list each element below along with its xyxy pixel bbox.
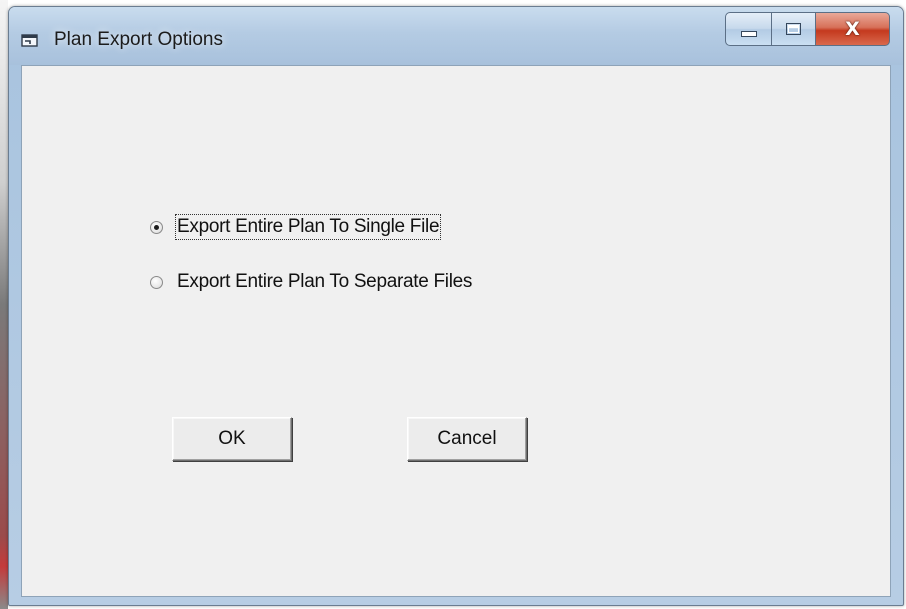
option-separate-files[interactable]: Export Entire Plan To Separate Files: [150, 271, 472, 293]
maximize-icon: [786, 23, 801, 35]
dialog-window: Plan Export Options X Export Entire Plan…: [8, 6, 904, 606]
radio-separate-files[interactable]: [150, 275, 163, 289]
option-single-file-label[interactable]: Export Entire Plan To Single File: [174, 214, 442, 240]
minimize-button[interactable]: [725, 12, 772, 46]
maximize-button[interactable]: [772, 12, 816, 46]
minimize-icon: [740, 31, 757, 37]
close-button[interactable]: X: [816, 12, 890, 46]
app-window-icon: [21, 33, 39, 48]
background-edge: [0, 0, 8, 609]
dialog-client-area: Export Entire Plan To Single File Export…: [21, 65, 891, 597]
title-bar[interactable]: Plan Export Options X: [9, 7, 903, 65]
radio-single-file[interactable]: [150, 220, 163, 234]
window-title: Plan Export Options: [54, 29, 223, 50]
close-icon: X: [845, 18, 860, 40]
cancel-button[interactable]: Cancel: [407, 417, 527, 461]
ok-button[interactable]: OK: [172, 417, 292, 461]
caption-buttons: X: [725, 12, 890, 46]
option-separate-files-label[interactable]: Export Entire Plan To Separate Files: [177, 271, 472, 293]
option-single-file[interactable]: Export Entire Plan To Single File: [150, 214, 442, 240]
